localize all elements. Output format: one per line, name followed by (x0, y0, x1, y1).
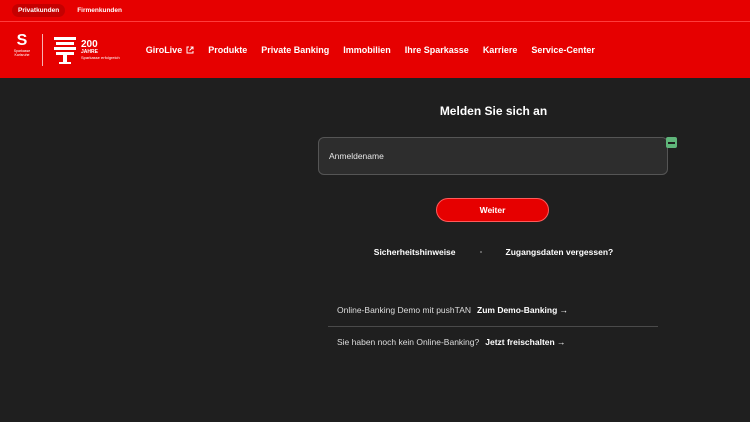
nav-service-center[interactable]: Service-Center (531, 45, 595, 55)
demo-banking-text: Online-Banking Demo mit pushTAN (337, 305, 472, 315)
nav-produkte[interactable]: Produkte (208, 45, 247, 55)
nav-girolive[interactable]: GiroLive (146, 45, 195, 55)
segment-bar: Privatkunden Firmenkunden (0, 0, 750, 22)
sparkasse-name: Sparkasse Karlsruhe (13, 49, 31, 57)
continue-button[interactable]: Weiter (436, 198, 549, 222)
demo-banking-link[interactable]: Zum Demo-Banking → (477, 305, 568, 315)
sparkasse-logo[interactable]: S Sparkasse Karlsruhe (12, 33, 32, 67)
row-divider (328, 326, 658, 327)
nav-ihre-sparkasse[interactable]: Ihre Sparkasse (405, 45, 469, 55)
main-header: S Sparkasse Karlsruhe 200 JAHRE Sparkass… (0, 22, 750, 78)
nav-private-banking[interactable]: Private Banking (261, 45, 329, 55)
activate-banking-row: Sie haben noch kein Online-Banking? Jetz… (337, 337, 566, 347)
username-input[interactable]: Anmeldename (318, 137, 668, 175)
nav-karriere[interactable]: Karriere (483, 45, 518, 55)
security-notes-link[interactable]: Sicherheitshinweise (374, 247, 456, 257)
nav-girolive-label: GiroLive (145, 45, 183, 55)
demo-banking-row: Online-Banking Demo mit pushTAN Zum Demo… (337, 305, 568, 315)
anniversary-emblem-icon (54, 37, 76, 64)
activate-banking-link[interactable]: Jetzt freischalten → (485, 337, 565, 347)
forgot-credentials-link[interactable]: Zugangsdaten vergessen? (506, 247, 614, 257)
login-title: Melden Sie sich an (439, 104, 548, 118)
external-link-icon (186, 46, 194, 54)
link-separator-dot (479, 251, 482, 253)
segment-firmenkunden[interactable]: Firmenkunden (71, 4, 128, 17)
activate-banking-text: Sie haben noch kein Online-Banking? (337, 337, 480, 347)
segment-privatkunden[interactable]: Privatkunden (12, 4, 66, 17)
login-area: Melden Sie sich an Anmeldename Weiter Si… (0, 78, 750, 422)
logo-divider (42, 34, 43, 66)
anniversary-logo: 200 JAHRE Sparkasse erfolgreich (53, 35, 120, 65)
password-manager-icon[interactable] (666, 137, 677, 148)
main-navigation: GiroLive Produkte Private Banking Immobi… (146, 45, 595, 55)
anniversary-subtitle: Sparkasse erfolgreich (81, 55, 120, 60)
username-label: Anmeldename (329, 151, 384, 161)
login-help-links: Sicherheitshinweise Zugangsdaten vergess… (318, 247, 669, 257)
sparkasse-s-icon: S (16, 32, 28, 49)
nav-immobilien[interactable]: Immobilien (343, 45, 391, 55)
